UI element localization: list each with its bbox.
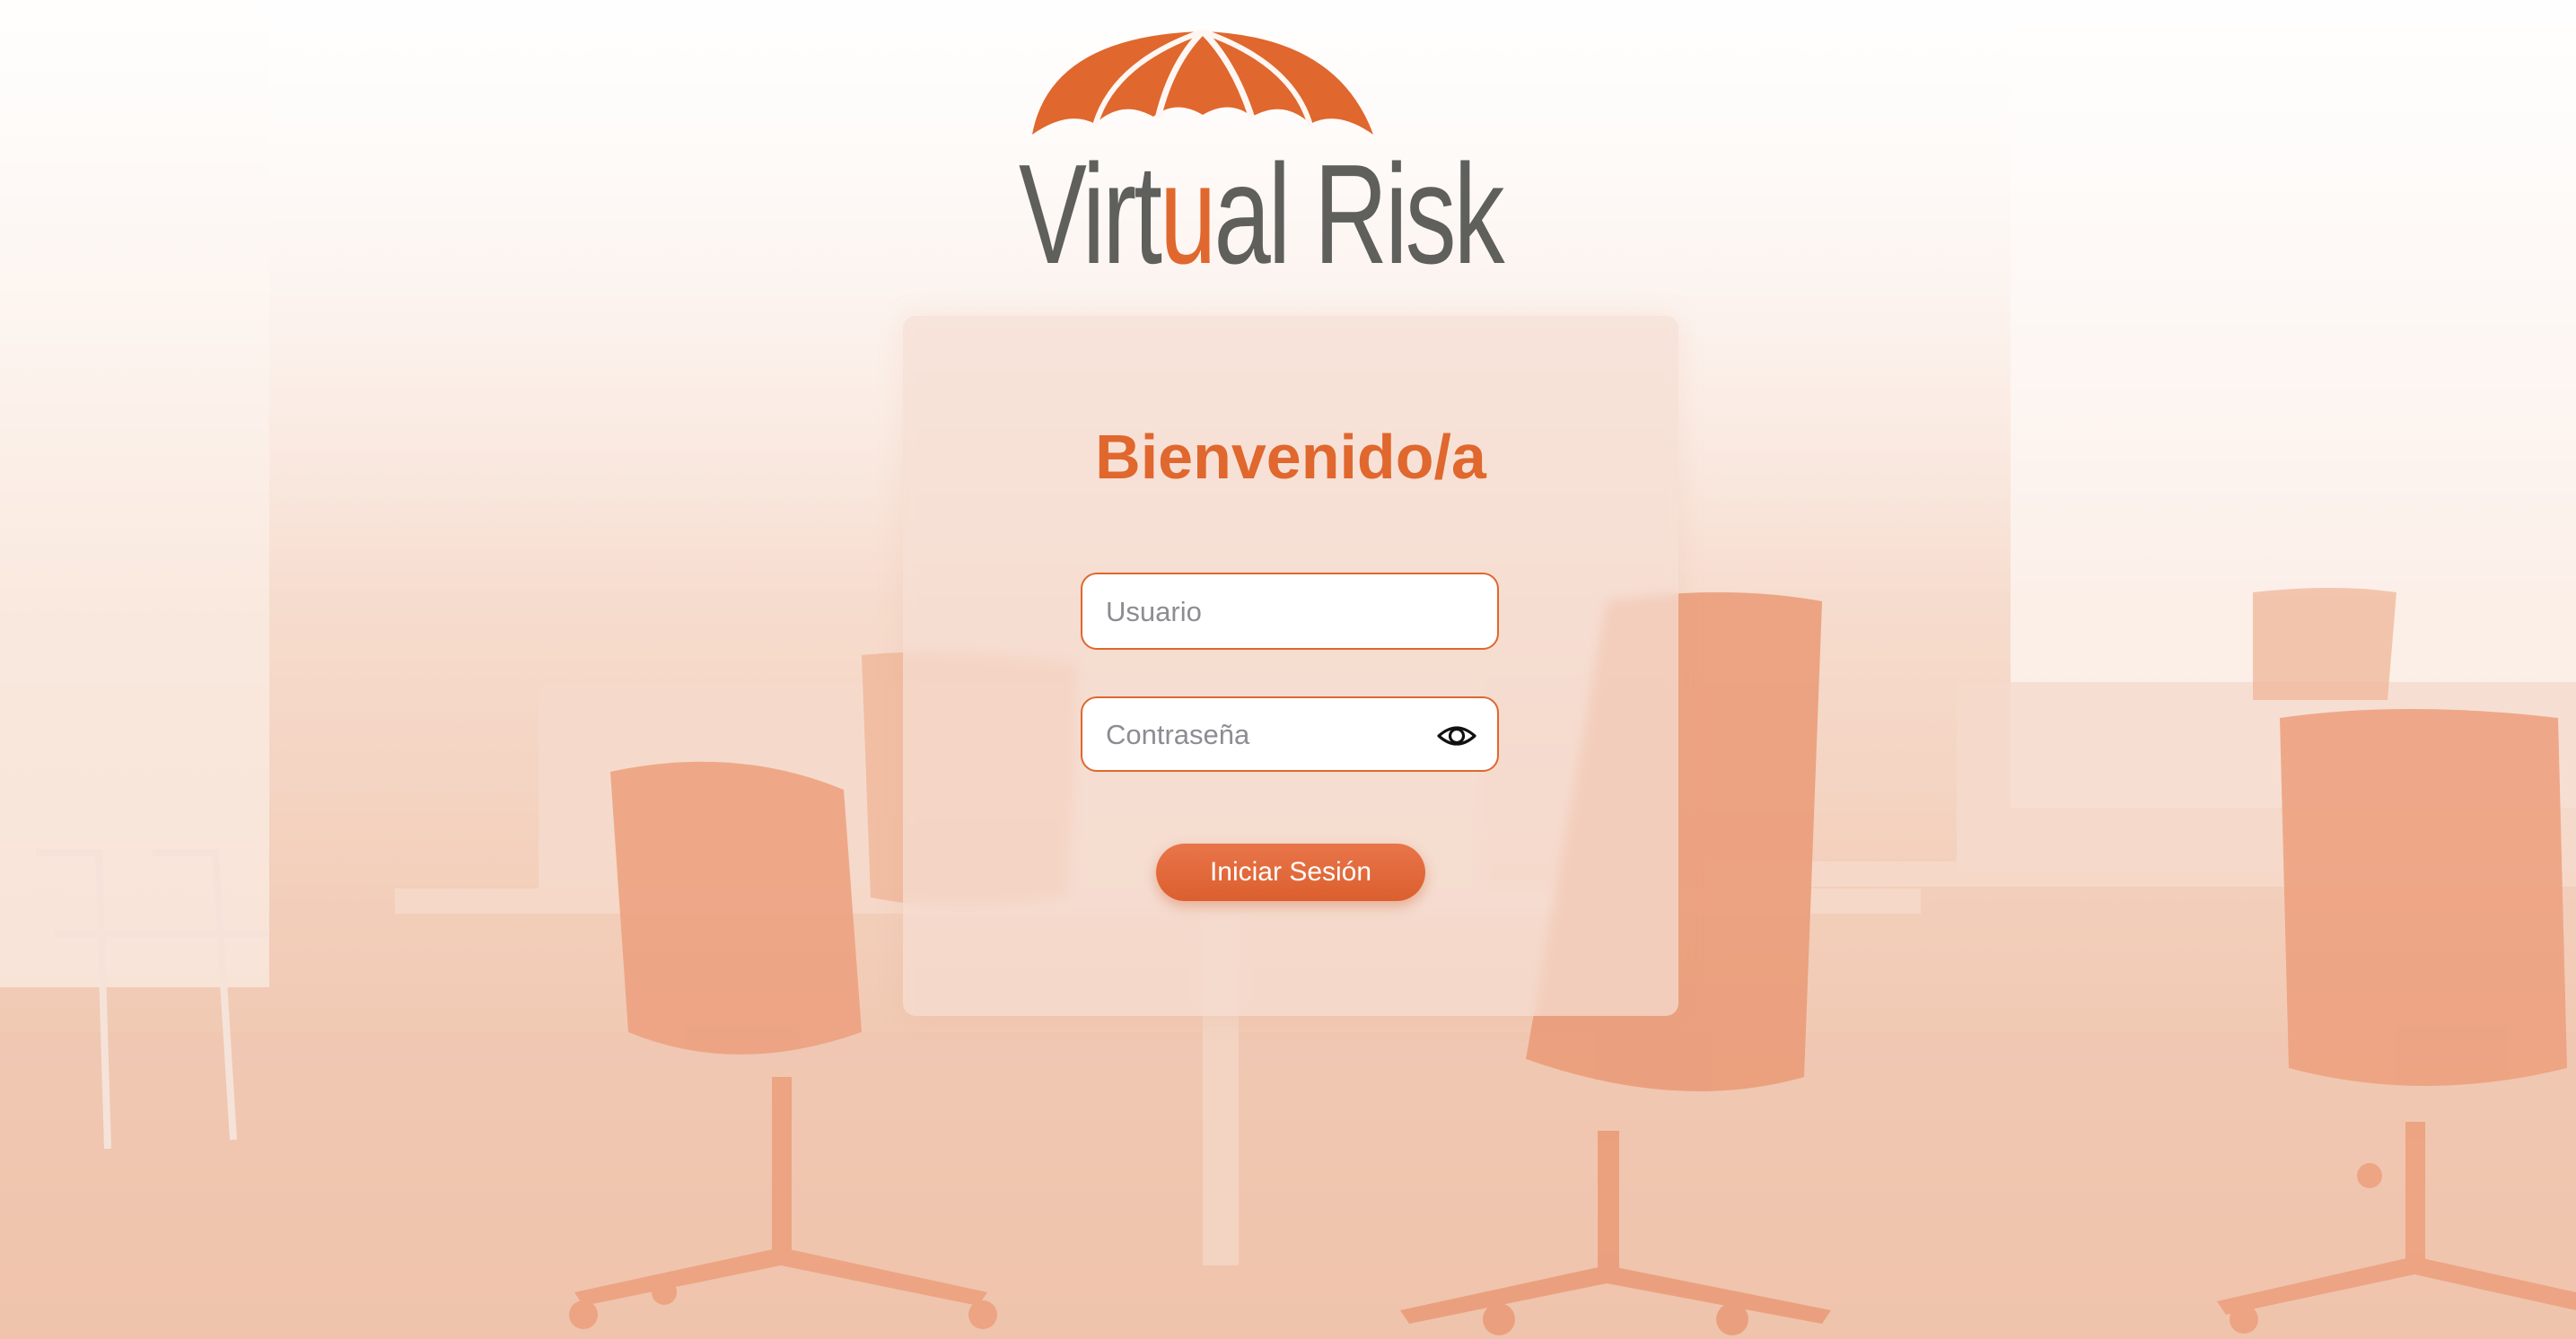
login-card <box>903 316 1678 1016</box>
brand-name-u: u <box>1160 136 1216 293</box>
brand-logo-text: Virtual Risk <box>1019 144 1505 285</box>
welcome-title: Bienvenido/a <box>1095 422 1486 492</box>
username-field[interactable] <box>1081 573 1499 650</box>
username-input[interactable] <box>1104 574 1449 650</box>
eye-icon[interactable] <box>1436 716 1477 756</box>
brand-name-prefix: Virt <box>1019 136 1162 293</box>
password-input[interactable] <box>1104 698 1449 772</box>
login-button[interactable]: Iniciar Sesión <box>1156 844 1425 901</box>
password-field[interactable] <box>1081 696 1499 772</box>
brand-name-suffix: al Risk <box>1214 136 1504 293</box>
login-page: Virtual Risk Bienvenido/a Iniciar Sesión <box>0 0 2576 1339</box>
